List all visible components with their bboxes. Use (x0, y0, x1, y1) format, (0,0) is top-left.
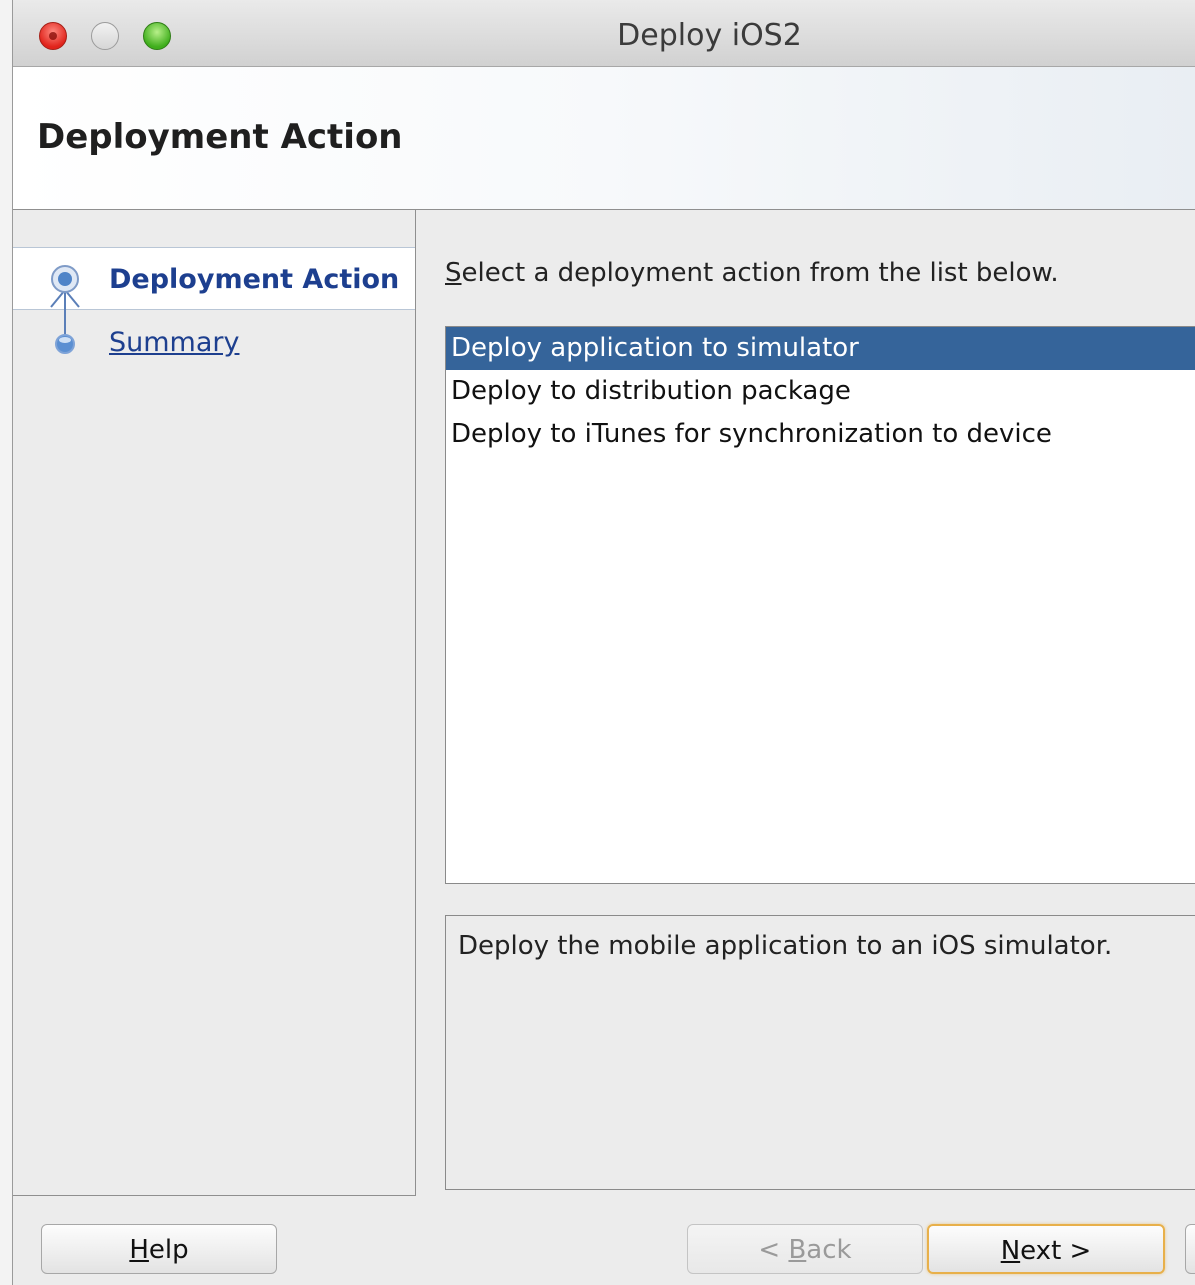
help-button[interactable]: Help (41, 1224, 277, 1274)
deployment-action-list[interactable]: Deploy application to simulator Deploy t… (445, 326, 1195, 884)
step-dot-icon (55, 334, 75, 354)
window-title: Deploy iOS2 (617, 18, 802, 53)
list-item[interactable]: Deploy to distribution package (446, 370, 1195, 413)
step-link-summary[interactable]: Summary (109, 327, 239, 358)
page-title: Deployment Action (37, 117, 403, 157)
wizard-header: Deployment Action (13, 67, 1195, 210)
wizard-steps-panel: Deployment Action Summary (13, 210, 416, 1196)
list-item[interactable]: Deploy application to simulator (446, 327, 1195, 370)
current-step-icon (50, 265, 80, 308)
next-button[interactable]: Next > (927, 1224, 1165, 1274)
title-bar[interactable]: Deploy iOS2 (13, 0, 1195, 67)
description-text: Deploy the mobile application to an iOS … (458, 931, 1113, 961)
list-item[interactable]: Deploy to iTunes for synchronization to … (446, 413, 1195, 456)
instruction-label: Select a deployment action from the list… (445, 258, 1059, 288)
back-button[interactable]: < Back (687, 1224, 923, 1274)
finish-button[interactable] (1185, 1224, 1195, 1274)
step-deployment-action[interactable]: Deployment Action (13, 247, 415, 310)
step-label-deployment-action: Deployment Action (109, 264, 400, 295)
deploy-dialog: Deploy iOS2 Deployment Action Deployment… (12, 0, 1195, 1285)
description-panel: Deploy the mobile application to an iOS … (445, 915, 1195, 1190)
